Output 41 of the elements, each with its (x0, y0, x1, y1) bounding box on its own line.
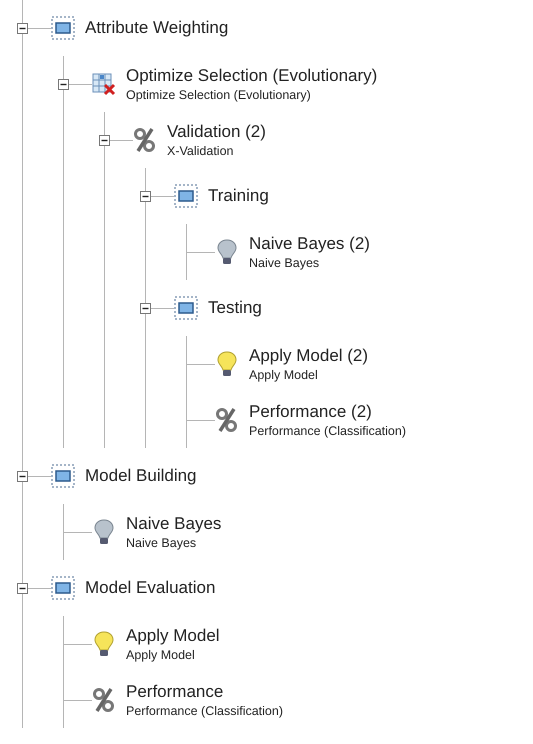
node-subtitle: Performance (Classification) (126, 704, 283, 720)
light-bulb-icon (215, 238, 239, 266)
node-title[interactable]: Model Evaluation (85, 577, 216, 599)
node-title[interactable]: Training (208, 185, 269, 207)
node-title[interactable]: Performance (2) (249, 400, 406, 422)
node-subtitle: X-Validation (167, 144, 234, 160)
node-title[interactable]: Naive Bayes (126, 512, 222, 534)
node-title[interactable]: Naive Bayes (2) (249, 232, 370, 254)
subprocess-icon (51, 464, 75, 488)
node-title[interactable]: Performance (126, 680, 283, 702)
node-title[interactable]: Optimize Selection (Evolutionary) (126, 64, 378, 86)
node-subtitle: Apply Model (126, 648, 196, 664)
light-bulb-icon (215, 350, 239, 378)
light-bulb-icon (92, 518, 116, 546)
percent-icon (215, 407, 239, 433)
collapse-toggle[interactable] (140, 302, 151, 314)
subprocess-icon (51, 576, 75, 600)
collapse-toggle[interactable] (140, 190, 151, 202)
node-title[interactable]: Apply Model (126, 624, 220, 646)
node-title[interactable]: Testing (208, 297, 262, 319)
node-title[interactable]: Attribute Weighting (85, 17, 228, 39)
subprocess-icon (174, 296, 198, 320)
node-title[interactable]: Apply Model (2) (249, 344, 368, 366)
collapse-toggle[interactable] (58, 78, 69, 90)
grid-with-x-icon (92, 72, 116, 96)
collapse-toggle[interactable] (17, 22, 28, 34)
node-subtitle: Optimize Selection (Evolutionary) (126, 88, 312, 104)
subprocess-icon (51, 16, 75, 40)
collapse-toggle[interactable] (17, 470, 28, 482)
collapse-toggle[interactable] (17, 582, 28, 594)
percent-icon (133, 127, 157, 153)
light-bulb-icon (92, 630, 116, 658)
node-subtitle: Performance (Classification) (249, 424, 406, 440)
percent-icon (92, 687, 116, 713)
node-subtitle: Apply Model (249, 368, 319, 384)
node-title[interactable]: Model Building (85, 465, 197, 487)
node-title[interactable]: Validation (2) (167, 120, 266, 142)
collapse-toggle[interactable] (99, 134, 110, 146)
node-subtitle: Naive Bayes (126, 536, 198, 552)
node-subtitle: Naive Bayes (249, 256, 320, 272)
subprocess-icon (174, 184, 198, 208)
